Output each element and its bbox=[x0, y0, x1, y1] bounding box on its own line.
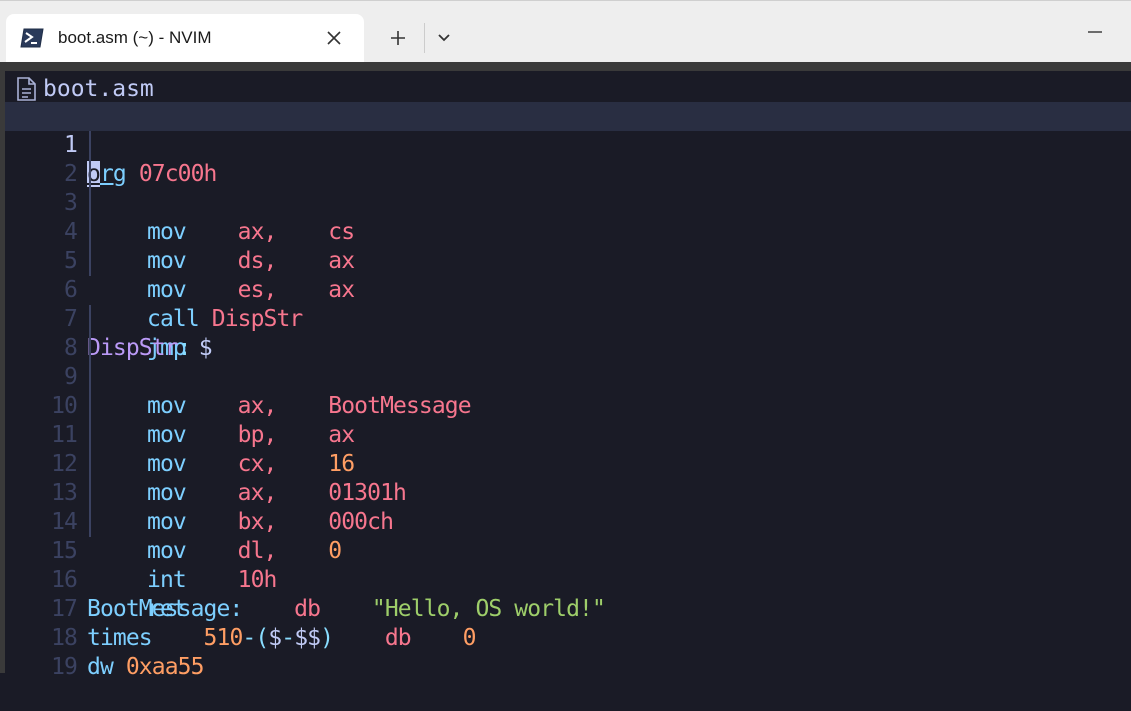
code-line[interactable]: 19 bbox=[5, 624, 1131, 680]
code-line[interactable]: 17 times 510-($-$$) db 0 bbox=[5, 566, 1131, 651]
tab-title: boot.asm (~) - NVIM bbox=[58, 28, 212, 47]
code-line[interactable]: 16 BootMessage: db "Hello, OS world!" bbox=[5, 537, 1131, 622]
indent-guide bbox=[89, 450, 91, 479]
code-area[interactable]: 1 org 07c00h 2 mov ax, cs 3 mov ds, ax 4… bbox=[5, 102, 1131, 680]
code-line[interactable]: 15 ret bbox=[5, 508, 1131, 622]
indent-guide bbox=[89, 218, 91, 247]
chevron-down-icon[interactable] bbox=[430, 25, 458, 51]
indent-guide bbox=[89, 479, 91, 508]
indent-guide bbox=[89, 247, 91, 276]
file-icon bbox=[15, 77, 37, 101]
line-number: 19 bbox=[51, 654, 78, 680]
code-line[interactable]: 2 mov ax, cs bbox=[5, 131, 1131, 245]
indent-guide bbox=[89, 189, 91, 218]
code-line[interactable]: 1 org 07c00h bbox=[5, 102, 1131, 187]
tab-divider bbox=[424, 23, 425, 53]
code-line[interactable]: 18 dw 0xaa55 bbox=[5, 595, 1131, 680]
minimize-icon[interactable] bbox=[1080, 19, 1110, 45]
editor-pane[interactable]: boot.asm 1 org 07c00h 2 mov ax, cs 3 mov… bbox=[0, 62, 1131, 680]
title-bar: boot.asm (~) - NVIM bbox=[0, 0, 1131, 63]
indent-guide bbox=[89, 392, 91, 421]
plus-icon[interactable] bbox=[384, 25, 412, 51]
terminal-icon bbox=[20, 28, 44, 48]
code-line[interactable]: 6 jmp $ bbox=[5, 247, 1131, 361]
code-line[interactable]: 14 int 10h bbox=[5, 479, 1131, 593]
indent-guide bbox=[89, 363, 91, 392]
indent-guide bbox=[89, 508, 91, 537]
winbar-filename: boot.asm bbox=[43, 76, 154, 102]
code-line[interactable]: 12 mov bx, 000ch bbox=[5, 421, 1131, 535]
indent-guide bbox=[89, 131, 91, 160]
code-line[interactable]: 9 mov bp, ax bbox=[5, 334, 1131, 448]
tab-nvim[interactable]: boot.asm (~) - NVIM bbox=[6, 14, 364, 63]
code-line[interactable]: 4 mov es, ax bbox=[5, 189, 1131, 303]
indent-guide bbox=[89, 305, 91, 334]
code-line[interactable]: 3 mov ds, ax bbox=[5, 160, 1131, 274]
code-line[interactable]: 10 mov cx, 16 bbox=[5, 363, 1131, 477]
code-line[interactable]: 11 mov ax, 01301h bbox=[5, 392, 1131, 506]
close-icon[interactable] bbox=[324, 26, 344, 50]
code-line[interactable]: 8 mov ax, BootMessage bbox=[5, 305, 1131, 419]
code-line[interactable]: 7 DispStr: bbox=[5, 276, 1131, 361]
code-line[interactable]: 5 call DispStr bbox=[5, 218, 1131, 332]
indent-guide bbox=[89, 421, 91, 450]
indent-guide bbox=[89, 334, 91, 363]
code-line[interactable]: 13 mov dl, 0 bbox=[5, 450, 1131, 564]
indent-guide bbox=[89, 160, 91, 189]
winbar: boot.asm bbox=[15, 75, 154, 103]
